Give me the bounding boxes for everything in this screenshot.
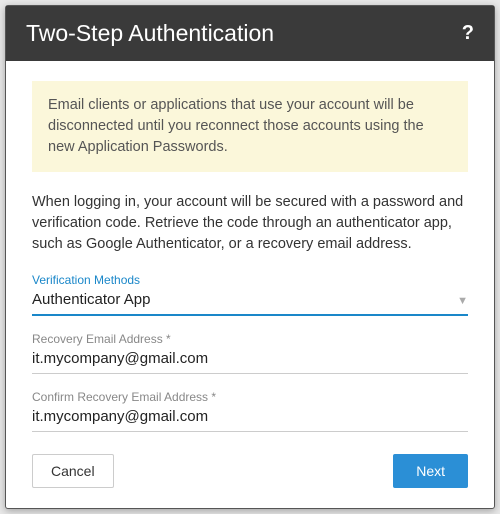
notice-banner: Email clients or applications that use y… bbox=[32, 81, 468, 172]
modal-footer: Cancel Next bbox=[6, 440, 494, 508]
modal-body: Email clients or applications that use y… bbox=[6, 61, 494, 440]
two-step-auth-modal: Two-Step Authentication ? Email clients … bbox=[5, 5, 495, 509]
cancel-button[interactable]: Cancel bbox=[32, 454, 114, 488]
modal-title: Two-Step Authentication bbox=[26, 20, 274, 47]
help-icon[interactable]: ? bbox=[462, 22, 474, 45]
confirm-recovery-email-label: Confirm Recovery Email Address * bbox=[32, 390, 468, 404]
confirm-recovery-email-input[interactable] bbox=[32, 406, 468, 429]
verification-methods-label: Verification Methods bbox=[32, 273, 468, 287]
verification-methods-field[interactable]: Verification Methods Authenticator App ▼ bbox=[32, 273, 468, 316]
chevron-down-icon: ▼ bbox=[457, 295, 468, 307]
description-text: When logging in, your account will be se… bbox=[32, 192, 468, 255]
recovery-email-input[interactable] bbox=[32, 348, 468, 371]
recovery-email-label: Recovery Email Address * bbox=[32, 332, 468, 346]
recovery-email-field: Recovery Email Address * bbox=[32, 332, 468, 374]
confirm-recovery-email-field: Confirm Recovery Email Address * bbox=[32, 390, 468, 432]
next-button[interactable]: Next bbox=[393, 454, 468, 488]
verification-methods-select[interactable]: Authenticator App ▼ bbox=[32, 289, 468, 312]
modal-header: Two-Step Authentication ? bbox=[6, 6, 494, 61]
verification-methods-value: Authenticator App bbox=[32, 289, 451, 312]
